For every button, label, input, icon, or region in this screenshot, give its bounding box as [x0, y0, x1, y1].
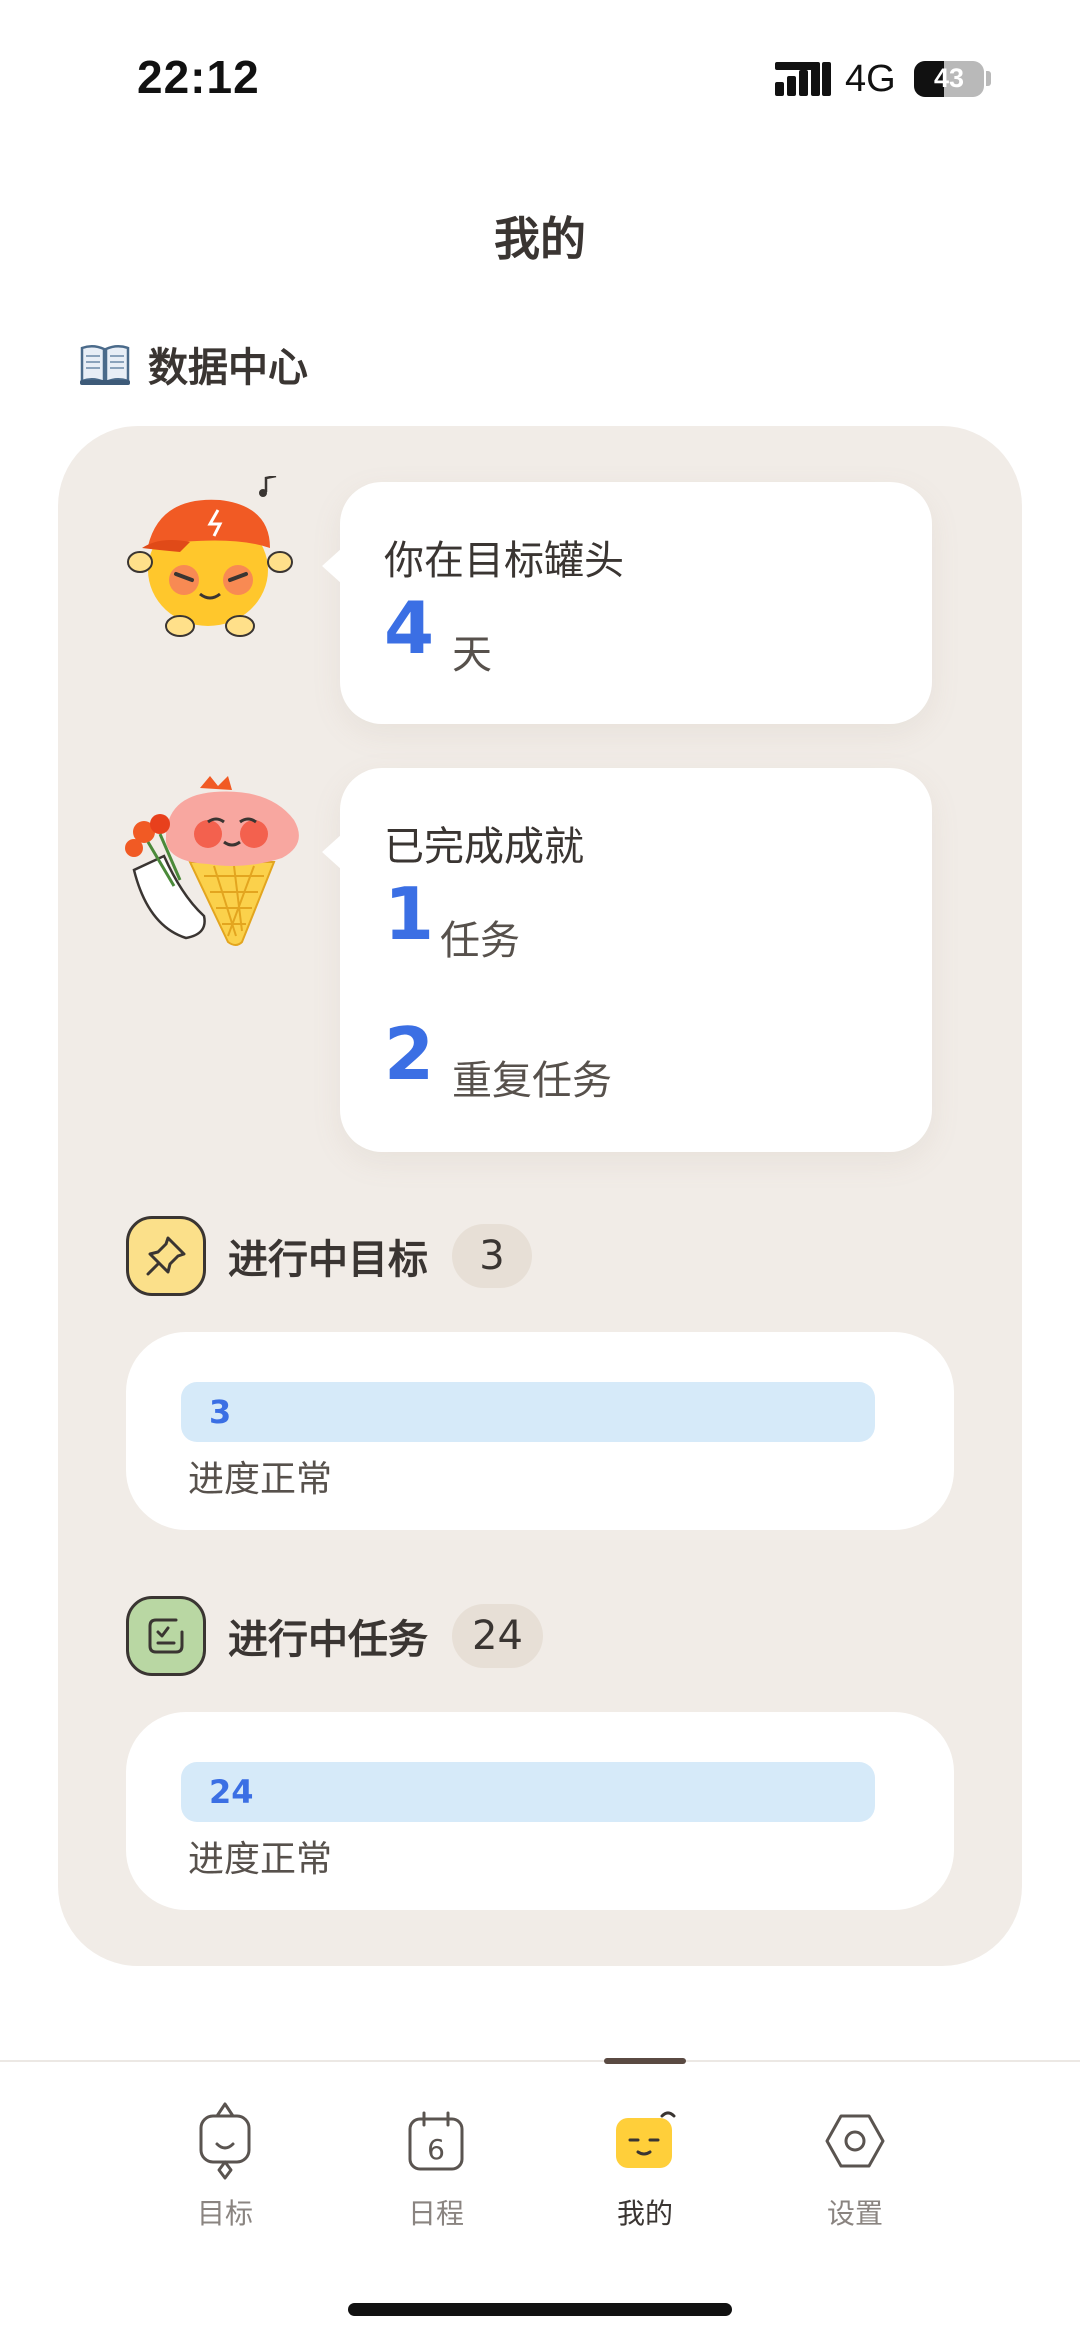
- tab-settings[interactable]: 设置: [775, 2100, 935, 2232]
- tasks-progress-bar: 24: [181, 1762, 875, 1822]
- active-tab-indicator: [604, 2058, 686, 2064]
- yellow-mascot-cap-icon: [127, 476, 293, 637]
- goal-mascot-icon: [190, 2100, 260, 2182]
- tab-schedule-label: 日程: [407, 2197, 464, 2230]
- tasks-progress-value: 24: [209, 1773, 254, 1811]
- checklist-icon: [126, 1596, 206, 1676]
- goals-progress-label: 进度正常: [188, 1459, 333, 1500]
- achievements-caption: 已完成成就: [384, 824, 584, 870]
- tab-schedule[interactable]: 6 日程: [356, 2100, 516, 2232]
- days-unit: 天: [452, 632, 492, 678]
- tab-goals[interactable]: 目标: [145, 2100, 305, 2232]
- tab-profile-label: 我的: [616, 2197, 673, 2230]
- svg-text:6: 6: [427, 2133, 445, 2166]
- goals-title: 进行中目标: [228, 1237, 428, 1283]
- days-caption: 你在目标罐头: [384, 538, 624, 584]
- goals-progress-value: 3: [209, 1393, 232, 1431]
- page-title: 我的: [494, 212, 586, 266]
- tasks-progress-card[interactable]: 24 进度正常: [126, 1712, 954, 1910]
- status-time: 22:12: [137, 51, 260, 103]
- pushpin-icon: [126, 1216, 206, 1296]
- profile-mascot-icon: [610, 2100, 680, 2182]
- settings-hexagon-icon: [820, 2100, 890, 2182]
- tab-settings-label: 设置: [826, 2197, 883, 2230]
- signal-icon: [775, 62, 831, 96]
- open-book-icon: [80, 345, 130, 385]
- tasks-title: 进行中任务: [228, 1617, 428, 1663]
- data-center-heading: 数据中心: [80, 335, 308, 393]
- home-indicator[interactable]: [348, 2303, 732, 2316]
- goals-progress-card[interactable]: 3 进度正常: [126, 1332, 954, 1530]
- tab-goals-label: 目标: [196, 2197, 253, 2230]
- tab-bar: 目标 6 日程 我的 设置: [0, 2058, 1080, 2343]
- goals-progress-bar: 3: [181, 1382, 875, 1442]
- achievements-bubble: 已完成成就 1 任务 2 重复任务: [322, 768, 932, 1152]
- days-value: 4: [384, 586, 435, 670]
- network-type: 4G: [845, 58, 896, 100]
- tasks-count-badge: 24: [452, 1604, 543, 1668]
- goals-header[interactable]: 进行中目标 3: [126, 1216, 532, 1296]
- battery-icon: 43: [914, 61, 984, 97]
- status-bar: 22:12 4G 43: [0, 0, 1080, 160]
- tasks-header[interactable]: 进行中任务 24: [126, 1596, 543, 1676]
- ice-cream-mascot-icon: [125, 776, 299, 946]
- battery-percent: 43: [933, 63, 965, 93]
- data-center-title: 数据中心: [148, 345, 308, 391]
- repeat-completed-value: 2: [384, 1012, 435, 1096]
- tab-profile[interactable]: 我的: [565, 2100, 725, 2232]
- days-bubble: 你在目标罐头 4 天: [322, 482, 932, 724]
- goals-count-badge: 3: [452, 1224, 532, 1288]
- tasks-progress-label: 进度正常: [188, 1839, 333, 1880]
- calendar-icon: 6: [401, 2100, 471, 2182]
- repeat-completed-unit: 重复任务: [452, 1058, 612, 1104]
- tasks-completed-value: 1: [384, 872, 435, 956]
- tasks-completed-unit: 任务: [440, 918, 520, 964]
